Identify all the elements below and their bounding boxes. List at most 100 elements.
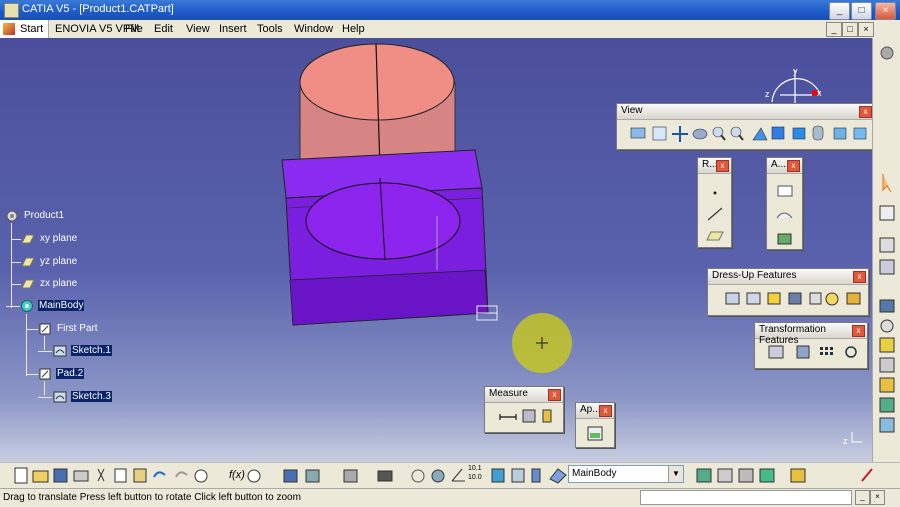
pad-icon bbox=[879, 237, 895, 253]
compass-z-label: z bbox=[765, 89, 770, 99]
3d-viewport[interactable]: z y x z Product1 xy plane yz plane zx pl… bbox=[0, 38, 872, 462]
multi-section-icon bbox=[879, 377, 895, 393]
sketch-icon bbox=[53, 345, 67, 357]
tree-connector bbox=[11, 284, 21, 285]
plane-icon bbox=[21, 279, 35, 289]
menu-insert[interactable]: Insert bbox=[219, 23, 247, 35]
chevron-down-icon[interactable]: ▼ bbox=[668, 466, 683, 482]
bottom-toolbar-icons[interactable] bbox=[0, 463, 900, 489]
mirror-icon bbox=[796, 345, 810, 359]
transformation-tool-icons[interactable] bbox=[755, 323, 867, 368]
formula-label[interactable]: f(x) bbox=[229, 469, 245, 481]
model-geometry bbox=[281, 43, 862, 443]
tree-connector bbox=[11, 262, 21, 263]
sketch-icon bbox=[53, 391, 67, 403]
scaling-icon bbox=[845, 346, 857, 358]
reference-tool-icons[interactable] bbox=[698, 158, 731, 247]
mini-axis-icon bbox=[851, 432, 862, 443]
print-icon bbox=[73, 470, 89, 482]
menu-tools[interactable]: Tools bbox=[257, 23, 283, 35]
flag-note-icon bbox=[776, 212, 793, 219]
toolbar-measure[interactable]: Measure x bbox=[484, 386, 564, 433]
apply-material-bottom-icon bbox=[790, 468, 806, 483]
tree-connector bbox=[26, 374, 38, 375]
sketcher-icon bbox=[879, 205, 895, 221]
normal-view-icon bbox=[491, 468, 505, 483]
menu-edit[interactable]: Edit bbox=[154, 23, 173, 35]
tree-connector bbox=[38, 397, 52, 398]
annotation-tool-icons[interactable] bbox=[767, 158, 802, 249]
tree-connector bbox=[26, 314, 27, 376]
dressup-tool-icons[interactable] bbox=[708, 269, 868, 315]
toolbar-dress-up-features[interactable]: Dress-Up Features x bbox=[707, 268, 869, 316]
view-tool-icons[interactable] bbox=[617, 104, 874, 149]
define-in-work-object-icon bbox=[549, 468, 567, 484]
bottom-toolbar: f(x) 10.1 10.0 bbox=[0, 462, 900, 489]
tree-connector bbox=[44, 336, 45, 350]
update-icon bbox=[431, 469, 445, 483]
threads-analysis-icon bbox=[759, 468, 775, 483]
menu-view[interactable]: View bbox=[186, 23, 210, 35]
doc-minimize-button[interactable]: _ bbox=[826, 22, 842, 37]
shell-icon bbox=[788, 292, 802, 305]
tree-connector bbox=[44, 381, 45, 395]
status-minimize-button[interactable]: _ bbox=[855, 490, 870, 505]
compass-x-label: x bbox=[817, 88, 822, 98]
minimize-button[interactable]: _ bbox=[829, 2, 850, 20]
solid-combine-icon bbox=[879, 417, 895, 433]
line-icon bbox=[707, 207, 723, 221]
compass-y-label: y bbox=[793, 66, 798, 76]
tree-connector bbox=[6, 306, 20, 307]
measure-between-icon bbox=[499, 414, 517, 420]
pad-feature-icon bbox=[39, 368, 51, 380]
swap-icon bbox=[411, 469, 425, 483]
apply-material-icon[interactable] bbox=[576, 403, 614, 447]
rectangular-pattern-icon bbox=[820, 347, 833, 355]
point-icon bbox=[713, 191, 717, 195]
measure-tool-icons[interactable] bbox=[485, 387, 563, 432]
stiffener-icon bbox=[879, 397, 895, 413]
status-text: Drag to translate Press left button to r… bbox=[3, 492, 301, 503]
tree-connector bbox=[11, 223, 12, 308]
axis-z-label: z bbox=[843, 436, 848, 446]
plane-icon bbox=[21, 257, 35, 267]
slot-icon bbox=[879, 357, 895, 373]
tree-connector bbox=[26, 329, 38, 330]
thread-icon bbox=[825, 292, 839, 306]
current-body-select[interactable]: MainBody ▼ bbox=[568, 465, 684, 483]
close-button[interactable]: × bbox=[875, 2, 896, 20]
toolbar-transformation-features[interactable]: Transformation Features x bbox=[754, 322, 868, 369]
feature-label: First Part bbox=[57, 323, 98, 334]
plane-label: zx plane bbox=[40, 278, 78, 289]
power-input-field[interactable] bbox=[640, 490, 852, 505]
undo-icon bbox=[153, 471, 166, 478]
menu-window[interactable]: Window bbox=[294, 23, 333, 35]
toolbar-apply-material[interactable]: Ap... x bbox=[575, 402, 615, 448]
toolbar-annotations[interactable]: A... x bbox=[766, 157, 803, 250]
plane-label: yz plane bbox=[40, 256, 78, 267]
right-toolbar-icons[interactable] bbox=[873, 38, 900, 462]
start-icon bbox=[3, 23, 15, 35]
measure-item-icon bbox=[522, 409, 536, 423]
draft-icon bbox=[767, 292, 781, 305]
hole-icon bbox=[880, 319, 894, 333]
settings-gear-icon bbox=[880, 46, 894, 60]
menu-help[interactable]: Help bbox=[342, 23, 365, 35]
doc-restore-button[interactable]: □ bbox=[842, 22, 858, 37]
title-bar: CATIA V5 - [Product1.CATPart] _ □ × bbox=[0, 0, 900, 20]
edge-fillet-icon bbox=[725, 292, 740, 305]
toolbar-reference-elements[interactable]: R... x bbox=[697, 157, 732, 248]
3d-annotation-icon bbox=[777, 233, 792, 245]
menu-bar: Start ENOVIA V5 VPM File Edit View Inser… bbox=[0, 20, 900, 39]
toolbar-view[interactable]: View x bbox=[616, 103, 875, 150]
status-bar: Drag to translate Press left button to r… bbox=[0, 488, 900, 507]
tree-connector bbox=[11, 239, 21, 240]
menu-file[interactable]: File bbox=[125, 23, 143, 35]
maximize-button[interactable]: □ bbox=[851, 2, 872, 20]
menu-start[interactable]: Start bbox=[0, 20, 49, 38]
status-close-button[interactable]: × bbox=[870, 490, 885, 505]
hide-show-icon bbox=[511, 468, 525, 483]
doc-close-button[interactable]: × bbox=[858, 22, 874, 37]
current-body-value: MainBody bbox=[572, 468, 617, 479]
text-annotation-icon bbox=[777, 185, 793, 197]
